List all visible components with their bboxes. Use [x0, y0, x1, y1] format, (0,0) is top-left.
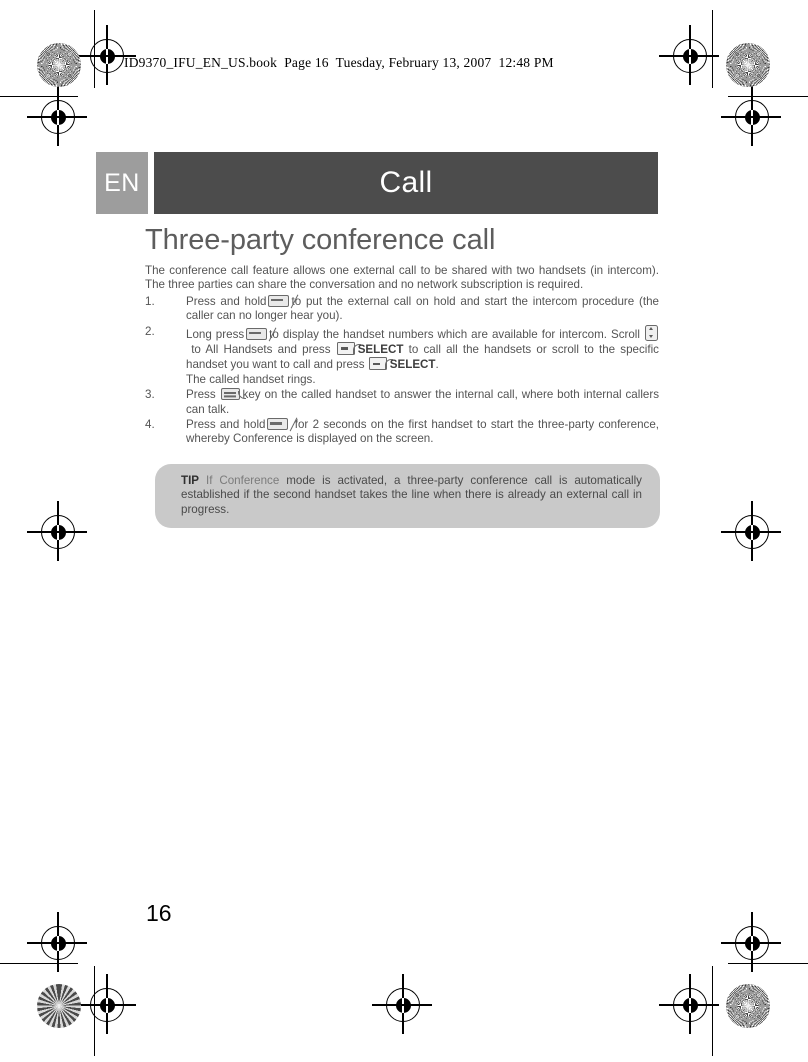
step-text-part: Press and hold	[186, 294, 267, 308]
step-text: Long press to display the handset numbers…	[186, 324, 659, 373]
step-text-part: .	[435, 358, 439, 372]
chapter-header-bar: Call	[154, 152, 658, 214]
language-tab: EN	[96, 152, 148, 214]
page-content: EN Call Three-party conference call The …	[0, 0, 808, 1062]
select-label: SELECT	[389, 358, 436, 372]
steps-list: 1. Press and hold to put the external cal…	[145, 294, 659, 447]
step-number: 2.	[145, 324, 155, 338]
step-item-2: 2. Long press to display the handset numb…	[145, 324, 659, 388]
language-tab-label: EN	[104, 168, 140, 197]
body-text-area: The conference call feature allows one e…	[145, 264, 659, 448]
step-number: 1.	[145, 294, 155, 308]
step-number: 3.	[145, 388, 155, 402]
chapter-title: Call	[379, 166, 433, 199]
talk-key-icon	[220, 388, 246, 401]
tip-label: TIP	[181, 474, 200, 487]
step-result-text: The called handset rings.	[186, 372, 316, 386]
step-text-part: Press and hold	[186, 418, 266, 432]
step-text: Press key on the called handset to answe…	[186, 388, 659, 417]
intercom-key-icon	[268, 294, 290, 307]
page-number: 16	[146, 900, 172, 926]
step-item-1: 1. Press and hold to put the external cal…	[145, 294, 659, 324]
scroll-key-icon	[645, 324, 658, 341]
soft-key-icon	[336, 342, 361, 356]
step-text-part: key on the called handset to answer the …	[186, 388, 659, 416]
step-text-part: to display the handset numbers which are…	[269, 327, 640, 341]
tip-callout-box: TIP If Conference mode is activated, a t…	[155, 464, 660, 529]
step-text: Press and hold to put the external call o…	[186, 294, 659, 324]
intro-paragraph: The conference call feature allows one e…	[145, 264, 659, 292]
intercom-key-icon	[246, 327, 268, 340]
step-text: Press and hold for 2 seconds on the firs…	[186, 418, 659, 447]
step-number: 4.	[145, 418, 155, 432]
step-text-part: Press	[186, 388, 216, 402]
step-item-4: 4. Press and hold for 2 seconds on the f…	[145, 418, 659, 447]
step-text-part: Long press	[186, 327, 245, 341]
tip-emphasis: If Conference	[205, 474, 280, 487]
soft-key-icon	[368, 357, 393, 371]
select-label: SELECT	[357, 343, 404, 357]
step-text-part: to All Handsets and press	[191, 343, 331, 357]
section-title: Three-party conference call	[145, 224, 496, 256]
step-item-3: 3. Press key on the called handset to an…	[145, 388, 659, 417]
intercom-key-icon	[267, 418, 289, 431]
